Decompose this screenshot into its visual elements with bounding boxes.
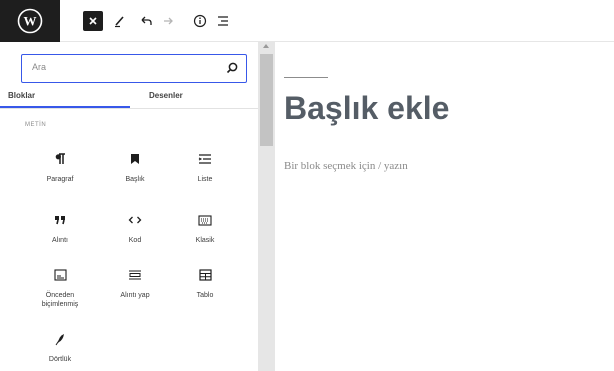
- close-icon: [89, 17, 97, 25]
- block-quote[interactable]: Alıntı: [32, 213, 88, 245]
- close-inserter-button[interactable]: [83, 11, 103, 31]
- block-inserter-panel: Ara Bloklar Desenler METİN Paragraf Başl…: [0, 42, 258, 371]
- undo-icon: [141, 16, 152, 25]
- undo-button[interactable]: [137, 11, 155, 31]
- block-paragraph[interactable]: Paragraf: [32, 152, 88, 184]
- block-label: Kod: [128, 237, 142, 244]
- top-toolbar: W: [0, 0, 614, 42]
- block-pullquote[interactable]: Alıntı yap: [107, 268, 163, 300]
- scroll-up-arrow-icon[interactable]: [263, 44, 269, 48]
- bookmark-icon: [107, 152, 163, 166]
- table-icon: [177, 268, 233, 282]
- list-view-icon: [218, 16, 228, 26]
- block-verse[interactable]: Dörtlük: [32, 332, 88, 364]
- block-label: Klasik: [195, 237, 215, 244]
- block-list[interactable]: Liste: [177, 152, 233, 184]
- block-classic[interactable]: Klasik: [177, 213, 233, 245]
- svg-text:W: W: [24, 14, 37, 29]
- info-icon: [193, 14, 207, 28]
- category-heading: METİN: [25, 122, 47, 128]
- block-label: Dörtlük: [48, 356, 72, 363]
- list-view-button[interactable]: [214, 11, 232, 31]
- inserter-tabs: Bloklar Desenler: [0, 87, 258, 109]
- tools-button[interactable]: [111, 11, 129, 31]
- tab-blocks[interactable]: Bloklar: [8, 91, 35, 100]
- active-tab-indicator: [0, 106, 130, 108]
- tab-patterns[interactable]: Desenler: [149, 91, 183, 100]
- search-input[interactable]: Ara: [21, 54, 247, 83]
- search-icon: [226, 62, 238, 74]
- pullquote-icon: [107, 268, 163, 282]
- block-label: Tablo: [196, 292, 214, 299]
- post-title[interactable]: Başlık ekle: [284, 90, 449, 127]
- quote-icon: [32, 213, 88, 227]
- preformatted-icon: [32, 268, 88, 282]
- block-table[interactable]: Tablo: [177, 268, 233, 300]
- block-label: Liste: [197, 176, 213, 183]
- block-label: Önceden biçimlenmiş: [41, 292, 79, 308]
- inserter-scrollbar[interactable]: [258, 42, 275, 371]
- list-icon: [177, 152, 233, 166]
- wordpress-icon[interactable]: W: [0, 0, 60, 42]
- redo-icon: [164, 17, 173, 25]
- block-label: Paragraf: [46, 176, 74, 183]
- keyboard-icon: [177, 213, 233, 227]
- editor-canvas: Başlık ekle Bir blok seçmek için / yazın: [275, 42, 614, 371]
- scroll-thumb[interactable]: [260, 54, 273, 146]
- redo-button[interactable]: [159, 11, 177, 31]
- feather-icon: [32, 332, 88, 346]
- block-heading[interactable]: Başlık: [107, 152, 163, 184]
- block-label: Başlık: [125, 176, 145, 183]
- separator-line: [284, 77, 328, 78]
- details-button[interactable]: [191, 11, 209, 31]
- block-preformatted[interactable]: Önceden biçimlenmiş: [32, 268, 88, 309]
- block-label: Alıntı: [52, 237, 68, 244]
- block-placeholder[interactable]: Bir blok seçmek için / yazın: [284, 160, 408, 172]
- pencil-icon: [115, 16, 124, 28]
- search-placeholder: Ara: [32, 62, 47, 72]
- block-code[interactable]: Kod: [107, 213, 163, 245]
- code-icon: [107, 213, 163, 227]
- block-label: Alıntı yap: [120, 292, 150, 299]
- paragraph-icon: [32, 152, 88, 166]
